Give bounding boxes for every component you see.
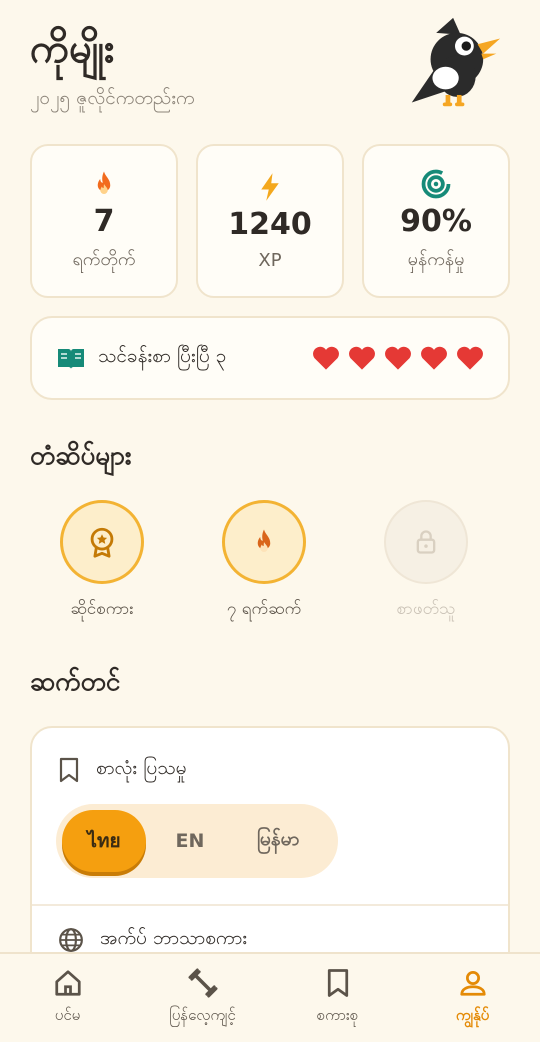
nav-label: စကားစု: [316, 1006, 359, 1024]
script-segmented-control: ไทย EN မြန်မာ: [56, 804, 338, 878]
medal-icon: [90, 527, 114, 558]
book-icon: [58, 349, 84, 369]
heart-icon: [457, 346, 483, 370]
badge-label: ၇ ရက်ဆက်: [226, 599, 302, 619]
nav-label: ကျွန်ုပ်: [455, 1006, 490, 1024]
nav-label: ပင်မ: [54, 1006, 81, 1024]
flame-icon: [97, 171, 111, 194]
nav-label: ပြန်လေ့ကျင့်: [169, 1006, 236, 1024]
badge-circle: [222, 500, 306, 584]
segment-myanmar[interactable]: မြန်မာ: [234, 810, 322, 872]
stat-card-streak: 7 ရက်တိုက်: [30, 144, 178, 298]
badge-label: စာဖတ်သူ: [396, 599, 456, 619]
globe-icon: [59, 928, 83, 952]
word-display-label: စာလုံး ပြသမှု: [96, 757, 187, 779]
stat-value: 7: [93, 203, 115, 239]
segment-english[interactable]: EN: [146, 810, 234, 872]
lightning-icon: [261, 172, 279, 201]
dumbbell-icon: [188, 968, 217, 998]
flame-icon: [257, 529, 271, 552]
badge-7-day-streak[interactable]: ၇ ရက်ဆက်: [194, 500, 334, 623]
app-language-setting[interactable]: အက်ပ် ဘာသာစကား: [58, 926, 247, 954]
nav-item-home[interactable]: ပင်မ: [0, 954, 135, 1042]
lock-icon: [416, 530, 436, 554]
target-icon: [421, 169, 451, 198]
stat-value: 90%: [400, 203, 472, 239]
badge-reader-locked[interactable]: စာဖတ်သူ: [356, 500, 496, 623]
segment-thai[interactable]: ไทย: [62, 810, 146, 872]
app-language-label: အက်ပ် ဘာသာစကား: [100, 927, 248, 949]
nav-item-profile[interactable]: ကျွန်ုပ်: [405, 954, 540, 1042]
profile-header: ကိုမျိုး ၂၀၂၅ ဇူလိုင်ကတည်းက: [30, 17, 510, 124]
badge-circle: [384, 500, 468, 584]
bookmark-icon: [327, 969, 348, 997]
person-icon: [459, 971, 486, 996]
settings-title: ဆက်တင်: [30, 667, 121, 697]
stat-value: 1240: [228, 206, 312, 242]
badge-label: ဆိုင်စကား: [70, 599, 134, 619]
heart-icon: [349, 346, 375, 370]
divider: [32, 904, 508, 906]
hearts-row: [312, 345, 484, 371]
heart-icon: [421, 346, 447, 370]
nav-item-phrases[interactable]: စကားစု: [270, 954, 405, 1042]
badge-circle: [60, 500, 144, 584]
badge-shop-talk[interactable]: ဆိုင်စကား: [32, 500, 172, 623]
home-icon: [54, 970, 81, 996]
stat-card-accuracy: 90% မှန်ကန်မှု: [362, 144, 510, 298]
badges-title: တံဆိပ်များ: [30, 441, 132, 471]
word-display-setting: စာလုံး ပြသမှု: [58, 756, 186, 784]
lessons-completed-text: သင်ခန်းစာ ပြီးပြီ ၃: [98, 345, 227, 367]
stat-label: မှန်ကန်မှု: [407, 248, 465, 270]
stat-label: ရက်တိုက်: [72, 248, 136, 270]
stats-row: 7 ရက်တိုက် 1240 XP 90% မှန်ကန်မှု: [30, 144, 510, 298]
heart-icon: [385, 346, 411, 370]
heart-icon: [313, 346, 339, 370]
bookmark-icon: [59, 757, 79, 783]
stat-card-xp: 1240 XP: [196, 144, 344, 298]
bottom-nav: ပင်မ ပြန်လေ့ကျင့် စကားစု ကျွန်ုပ်: [0, 952, 540, 1042]
nav-item-practice[interactable]: ပြန်လေ့ကျင့်: [135, 954, 270, 1042]
lessons-card: သင်ခန်းစာ ပြီးပြီ ၃: [30, 316, 510, 400]
bird-mascot-avatar[interactable]: [408, 16, 502, 110]
badges-row: ဆိုင်စကား ၇ ရက်ဆက် စာဖတ်သူ: [30, 500, 510, 630]
stat-label: XP: [258, 249, 282, 271]
